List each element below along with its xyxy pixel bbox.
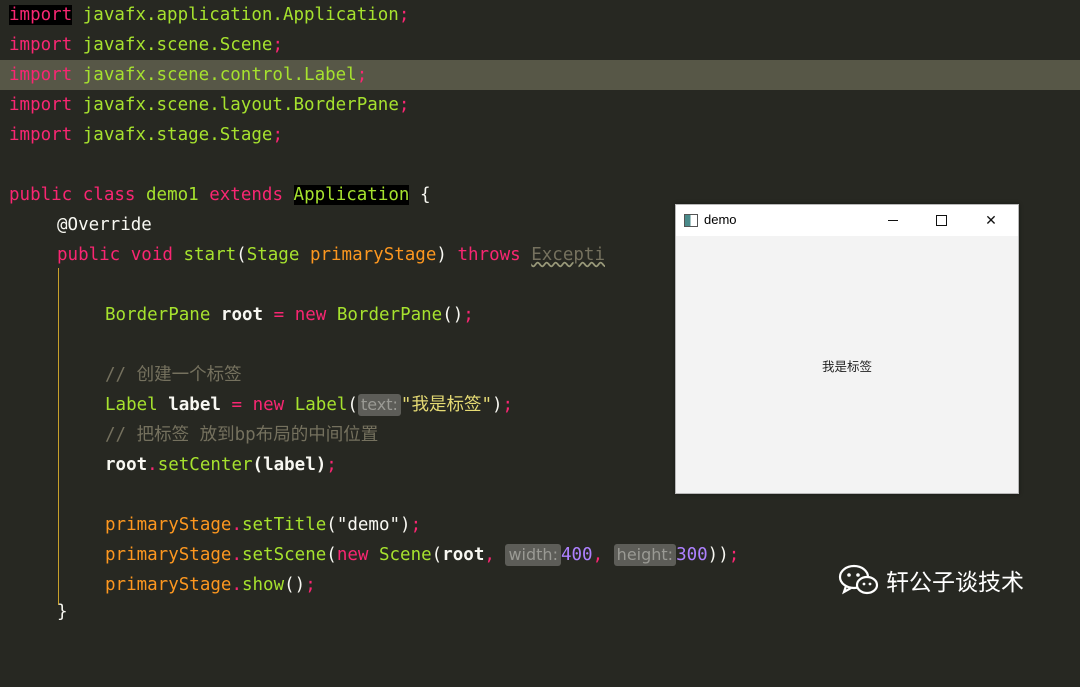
wechat-icon — [838, 564, 879, 595]
maximize-icon — [935, 215, 947, 226]
package-name: javafx — [82, 65, 146, 85]
method-name: start — [183, 245, 237, 265]
constructor-name: BorderPane — [336, 305, 443, 325]
method-name: setCenter — [157, 455, 253, 475]
package-name: javafx — [82, 125, 146, 145]
code-line-import-application[interactable]: import javafx.application.Application; — [0, 0, 1080, 30]
demo-window[interactable]: demo ✕ 我是标签 — [675, 204, 1019, 494]
void-keyword: void — [130, 245, 173, 265]
extends-keyword: extends — [209, 185, 283, 205]
code-line-import-borderpane[interactable]: import javafx.scene.layout.BorderPane; — [0, 90, 1080, 120]
center-label: 我是标签 — [821, 359, 872, 374]
import-keyword: import — [9, 125, 73, 145]
minimize-button[interactable] — [870, 205, 916, 236]
class-name: Label — [304, 65, 357, 85]
type-name: BorderPane — [105, 305, 211, 325]
app-icon — [684, 214, 698, 227]
package-name: javafx — [82, 5, 146, 25]
number-literal: 400 — [560, 545, 593, 565]
package-path: .scene.layout. — [145, 95, 294, 115]
open-brace: { — [420, 185, 431, 205]
method-name: setScene — [241, 545, 327, 565]
package-path: .application. — [145, 5, 283, 25]
minimize-icon — [888, 220, 898, 221]
throws-keyword: throws — [457, 245, 521, 265]
exception-type: Excepti — [531, 245, 605, 265]
new-keyword: new — [294, 305, 327, 325]
code-comment: // 把标签 放到bp布局的中间位置 — [105, 425, 379, 445]
object-name: primaryStage — [105, 545, 232, 565]
class-name: Application — [282, 5, 399, 25]
code-line-import-stage[interactable]: import javafx.stage.Stage; — [0, 120, 1080, 150]
window-titlebar[interactable]: demo ✕ — [676, 205, 1018, 236]
code-line-closing-brace[interactable]: } — [0, 597, 1080, 627]
package-name: javafx — [82, 35, 146, 55]
import-keyword: import — [9, 65, 73, 85]
watermark-text: 轩公子谈技术 — [886, 570, 1024, 596]
import-keyword: import — [9, 35, 73, 55]
method-name: show — [241, 575, 285, 595]
constructor-name: Label — [294, 395, 348, 415]
window-content: 我是标签 — [676, 236, 1018, 493]
argument-root: root — [442, 545, 485, 565]
constructor-name: Scene — [378, 545, 432, 565]
object-name: primaryStage — [105, 515, 232, 535]
param-hint-width: width: — [505, 544, 561, 566]
close-button[interactable]: ✕ — [968, 205, 1014, 236]
param-type: Stage — [246, 245, 300, 265]
number-literal: 300 — [676, 545, 708, 565]
window-title: demo — [704, 212, 737, 227]
package-path: .scene. — [145, 35, 220, 55]
package-name: javafx — [82, 95, 146, 115]
class-name: Scene — [219, 35, 273, 55]
maximize-button[interactable] — [918, 205, 964, 236]
watermark: 轩公子谈技术 — [838, 562, 1024, 598]
string-literal: "我是标签" — [400, 395, 492, 415]
param-name: primaryStage — [309, 245, 437, 265]
parent-class-name: Application — [293, 185, 410, 205]
import-keyword: import — [9, 5, 73, 25]
type-name: Label — [105, 395, 158, 415]
class-keyword: class — [82, 185, 136, 205]
new-keyword: new — [252, 395, 285, 415]
code-line-import-scene[interactable]: import javafx.scene.Scene; — [0, 30, 1080, 60]
import-keyword: import — [9, 95, 73, 115]
param-hint-text: text: — [357, 394, 401, 416]
method-name: setTitle — [241, 515, 327, 535]
string-literal: "demo" — [336, 515, 401, 535]
code-line-set-title[interactable]: primaryStage.setTitle("demo"); — [0, 510, 1080, 540]
class-name: demo1 — [146, 185, 199, 205]
code-line-import-label[interactable]: import javafx.scene.control.Label; — [0, 60, 1080, 90]
variable-name: root — [220, 305, 264, 325]
object-name: root — [105, 455, 148, 475]
close-icon: ✕ — [985, 212, 997, 228]
close-brace: } — [57, 602, 68, 622]
public-keyword: public — [9, 185, 73, 205]
public-keyword: public — [57, 245, 121, 265]
variable-name: label — [168, 395, 221, 415]
class-name: Stage — [219, 125, 273, 145]
param-hint-height: height: — [613, 544, 677, 566]
override-annotation: @Override — [57, 215, 152, 235]
package-path: .scene.control. — [145, 65, 305, 85]
new-keyword: new — [336, 545, 369, 565]
package-path: .stage. — [145, 125, 220, 145]
class-name: BorderPane — [293, 95, 399, 115]
code-comment: // 创建一个标签 — [105, 365, 242, 385]
object-name: primaryStage — [105, 575, 232, 595]
